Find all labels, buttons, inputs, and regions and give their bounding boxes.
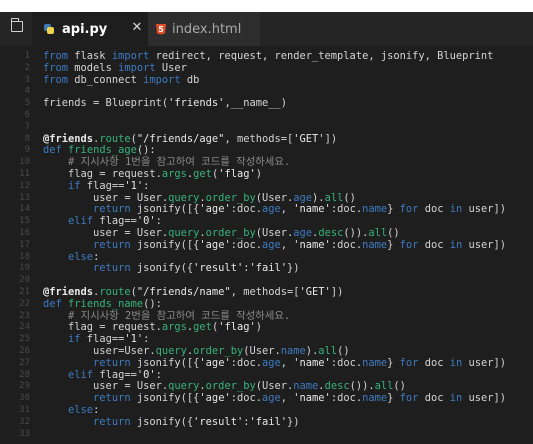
line-number: 14 [19, 204, 30, 215]
folder-icon[interactable] [11, 18, 23, 32]
code-text: if flag=='1': [68, 179, 150, 192]
code-text: return jsonify([{'age':doc.age, 'name':d… [93, 356, 507, 369]
line-number: 29 [19, 381, 30, 392]
code-editor[interactable]: 1 from flask import redirect, request, re… [0, 46, 533, 444]
top-strip [0, 0, 533, 12]
line-number: 7 [24, 121, 30, 132]
line-number: 15 [19, 216, 30, 227]
code-text: return jsonify([{'age':doc.age, 'name':d… [93, 238, 507, 251]
line-number: 26 [19, 346, 30, 356]
line-number: 21 [19, 287, 30, 297]
code-line[interactable]: 2 from models import User [0, 62, 533, 75]
line-number: 5 [24, 98, 30, 109]
line-number: 3 [24, 74, 30, 85]
line-number: 33 [19, 428, 30, 439]
line-number: 8 [24, 133, 30, 144]
tab-api-py[interactable]: api.py ✕ [32, 12, 148, 46]
line-number: 19 [19, 263, 30, 274]
line-number: 32 [19, 416, 30, 427]
code-line[interactable]: 3 from db_connect import db [0, 73, 533, 87]
line-number: 24 [19, 322, 30, 333]
line-number: 6 [24, 110, 30, 120]
line-number: 13 [19, 192, 30, 203]
code-line[interactable]: 33 [0, 429, 533, 441]
code-text: return jsonify({'result':'fail'}) [93, 262, 300, 275]
code-line[interactable]: 32 return jsonify({'result':'fail'}) [0, 415, 533, 429]
code-text: return jsonify({'result':'fail'}) [93, 415, 300, 428]
line-number: 10 [19, 157, 30, 168]
code-line[interactable]: 12 if flag=='1': [0, 179, 533, 193]
code-text: friends = Blueprint('friends',__name__) [43, 97, 287, 110]
code-text: from db_connect import db [43, 73, 200, 86]
close-icon[interactable]: ✕ [130, 21, 144, 35]
code-line[interactable]: 5 friends = Blueprint('friends',__name__) [0, 97, 533, 110]
tab-label: api.py [62, 21, 108, 37]
line-number: 30 [19, 393, 30, 404]
line-number: 2 [24, 62, 30, 73]
python-icon [44, 24, 54, 34]
line-number: 28 [19, 369, 30, 380]
line-number: 25 [19, 334, 30, 345]
line-number: 4 [24, 86, 30, 97]
tab-label: index.html [172, 21, 242, 37]
line-number: 20 [19, 275, 30, 286]
line-number: 1 [24, 51, 30, 61]
line-number: 22 [19, 298, 30, 309]
line-number: 12 [19, 180, 30, 191]
code-text: return jsonify([{'age':doc.age, 'name':d… [93, 392, 507, 405]
html5-icon: 5 [156, 23, 166, 35]
line-number: 27 [19, 357, 30, 368]
line-number: 16 [19, 228, 30, 238]
tab-index-html[interactable]: 5 index.html [148, 12, 260, 46]
line-number: 31 [19, 405, 30, 415]
line-number: 18 [19, 251, 30, 262]
line-number: 9 [24, 145, 30, 156]
code-line[interactable]: 6 [0, 110, 533, 122]
line-number: 11 [19, 169, 30, 179]
code-line[interactable]: 19 return jsonify({'result':'fail'}) [0, 262, 533, 275]
line-number: 23 [19, 310, 30, 321]
line-number: 17 [19, 239, 30, 250]
